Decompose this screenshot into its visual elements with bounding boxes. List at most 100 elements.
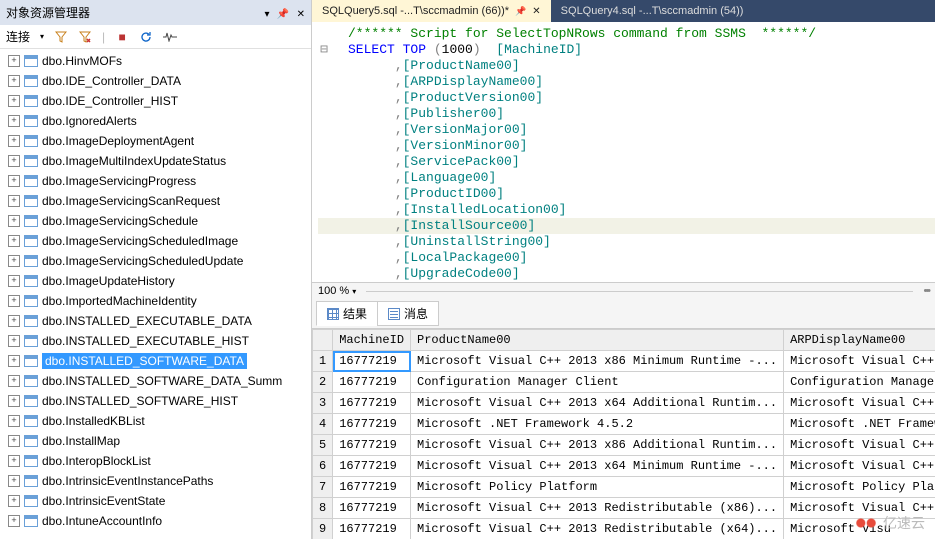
tree-item[interactable]: +dbo.INSTALLED_SOFTWARE_DATA: [0, 351, 311, 371]
table-row[interactable]: 516777219Microsoft Visual C++ 2013 x86 A…: [313, 435, 935, 456]
table-row[interactable]: 716777219Microsoft Policy PlatformMicros…: [313, 477, 935, 498]
table-row[interactable]: 316777219 Microsoft Visual C++ 2013 x64 A…: [313, 393, 935, 414]
row-number[interactable]: 2: [313, 372, 333, 393]
connect-dropdown-icon[interactable]: ▾: [40, 32, 44, 41]
expand-icon[interactable]: +: [8, 195, 20, 207]
tree-item[interactable]: +dbo.IntuneAccountInfo: [0, 511, 311, 531]
expand-icon[interactable]: +: [8, 315, 20, 327]
tree-item[interactable]: +dbo.INSTALLED_EXECUTABLE_DATA: [0, 311, 311, 331]
expand-icon[interactable]: +: [8, 155, 20, 167]
expand-icon[interactable]: +: [8, 335, 20, 347]
row-number[interactable]: 3: [313, 393, 333, 414]
pin-icon[interactable]: 📌: [515, 6, 526, 17]
code-line[interactable]: ,[InstalledLocation00]: [318, 202, 935, 218]
row-number[interactable]: 5: [313, 435, 333, 456]
expand-icon[interactable]: +: [8, 475, 20, 487]
code-line[interactable]: ,[ProductName00]: [318, 58, 935, 74]
expand-icon[interactable]: +: [8, 255, 20, 267]
table-row[interactable]: 816777219Microsoft Visual C++ 2013 Redis…: [313, 498, 935, 519]
grid-cell[interactable]: 16777219: [333, 414, 411, 435]
row-number[interactable]: 9: [313, 519, 333, 539]
table-row[interactable]: 916777219Microsoft Visual C++ 2013 Redis…: [313, 519, 935, 539]
grid-cell[interactable]: 16777219: [333, 393, 411, 414]
code-line[interactable]: ,[InstallSource00]: [318, 218, 935, 234]
expand-icon[interactable]: +: [8, 55, 20, 67]
expand-icon[interactable]: +: [8, 415, 20, 427]
tree-item[interactable]: +dbo.IntrinsicEventState: [0, 491, 311, 511]
close-icon[interactable]: ✕: [532, 6, 540, 17]
tree-item[interactable]: +dbo.InstalledKBList: [0, 411, 311, 431]
code-line[interactable]: ,[Language00]: [318, 170, 935, 186]
tree-item[interactable]: +dbo.ImportedMachineIdentity: [0, 291, 311, 311]
grid-cell[interactable]: Microsoft Policy Platform: [411, 477, 784, 498]
code-line[interactable]: ,[VersionMajor00]: [318, 122, 935, 138]
grid-cell[interactable]: Microsoft Visual C++ 2013 x86 Additional…: [411, 435, 784, 456]
grid-cell[interactable]: Configuration Manager Client: [411, 372, 784, 393]
grid-cell[interactable]: Microsoft Visual C++ 2013 x64 Ad: [784, 393, 935, 414]
tree-item[interactable]: +dbo.ImageServicingSchedule: [0, 211, 311, 231]
expand-icon[interactable]: +: [8, 455, 20, 467]
tree-item[interactable]: +dbo.InstallMap: [0, 431, 311, 451]
tree-item[interactable]: +dbo.INSTALLED_SOFTWARE_DATA_Summ: [0, 371, 311, 391]
close-icon[interactable]: ✕: [297, 9, 305, 20]
row-number[interactable]: 8: [313, 498, 333, 519]
tree-item[interactable]: +dbo.ImageServicingProgress: [0, 171, 311, 191]
row-number[interactable]: 1: [313, 351, 333, 372]
sql-editor[interactable]: /****** Script for SelectTopNRows comman…: [312, 22, 935, 282]
grid-cell[interactable]: Configuration Manager Client: [784, 372, 935, 393]
tree-item[interactable]: +dbo.IgnoredAlerts: [0, 111, 311, 131]
code-line[interactable]: ,[ProductID00]: [318, 186, 935, 202]
tree-item[interactable]: +dbo.INSTALLED_SOFTWARE_HIST: [0, 391, 311, 411]
tree-item[interactable]: +dbo.ImageMultiIndexUpdateStatus: [0, 151, 311, 171]
grid-cell[interactable]: Microsoft Visual C++ 2013 Redistributabl…: [411, 519, 784, 539]
stop-icon[interactable]: ■: [115, 30, 129, 44]
results-grid-wrap[interactable]: MachineIDProductName00ARPDisplayName0011…: [312, 329, 935, 539]
results-grid[interactable]: MachineIDProductName00ARPDisplayName0011…: [312, 329, 935, 539]
tab-results[interactable]: 结果: [316, 301, 378, 326]
column-header[interactable]: MachineID: [333, 330, 411, 351]
grid-cell[interactable]: Microsoft Visual C++ 2013 x64 Mi: [784, 456, 935, 477]
grid-cell[interactable]: Microsoft Visu: [784, 519, 935, 539]
editor-tab[interactable]: SQLQuery5.sql -...T\sccmadmin (66))*📌✕: [312, 0, 551, 22]
splitter-grip-icon[interactable]: •••: [923, 285, 929, 297]
grid-cell[interactable]: 16777219: [333, 435, 411, 456]
grid-cell[interactable]: Microsoft Visual C++ 2013 x86 Mi: [784, 351, 935, 372]
code-line[interactable]: /****** Script for SelectTopNRows comman…: [318, 26, 935, 42]
row-number[interactable]: 4: [313, 414, 333, 435]
dropdown-icon[interactable]: ▾: [264, 9, 269, 20]
code-line[interactable]: ,[ARPDisplayName00]: [318, 74, 935, 90]
zoom-level[interactable]: 100 %: [318, 285, 356, 297]
tree-item[interactable]: +dbo.ImageDeploymentAgent: [0, 131, 311, 151]
table-row[interactable]: 416777219Microsoft .NET Framework 4.5.2M…: [313, 414, 935, 435]
expand-icon[interactable]: +: [8, 495, 20, 507]
expand-icon[interactable]: +: [8, 355, 20, 367]
code-line[interactable]: ,[UpgradeCode00]: [318, 266, 935, 282]
code-line[interactable]: ,[ServicePack00]: [318, 154, 935, 170]
tree-item[interactable]: +dbo.ImageServicingScheduledImage: [0, 231, 311, 251]
expand-icon[interactable]: +: [8, 515, 20, 527]
tab-messages[interactable]: 消息: [377, 301, 439, 326]
filter-icon[interactable]: [54, 30, 68, 44]
grid-cell[interactable]: Microsoft Visual C++ 2013 x86 Ad: [784, 435, 935, 456]
tree-item[interactable]: +dbo.HinvMOFs: [0, 51, 311, 71]
grid-cell[interactable]: Microsoft .NET Framework 4.5.2: [784, 414, 935, 435]
fold-icon[interactable]: ⊟: [312, 42, 336, 57]
code-line[interactable]: ,[LocalPackage00]: [318, 250, 935, 266]
object-explorer-tree[interactable]: +dbo.HinvMOFs+dbo.IDE_Controller_DATA+db…: [0, 49, 311, 539]
grid-cell[interactable]: Microsoft Visual C++ 2013 Redistributabl…: [411, 498, 784, 519]
expand-icon[interactable]: +: [8, 395, 20, 407]
grid-cell[interactable]: Microsoft Policy Platform: [784, 477, 935, 498]
grid-cell[interactable]: 16777219: [333, 372, 411, 393]
connect-label[interactable]: 连接: [6, 28, 30, 45]
grid-cell[interactable]: 16777219: [333, 519, 411, 539]
row-number[interactable]: 7: [313, 477, 333, 498]
tree-item[interactable]: +dbo.InteropBlockList: [0, 451, 311, 471]
code-line[interactable]: SELECT TOP (1000) [MachineID]: [318, 42, 935, 58]
table-row[interactable]: 116777219Microsoft Visual C++ 2013 x86 M…: [313, 351, 935, 372]
expand-icon[interactable]: +: [8, 235, 20, 247]
column-header[interactable]: ARPDisplayName00: [784, 330, 935, 351]
expand-icon[interactable]: +: [8, 175, 20, 187]
expand-icon[interactable]: +: [8, 435, 20, 447]
expand-icon[interactable]: +: [8, 115, 20, 127]
tree-item[interactable]: +dbo.ImageUpdateHistory: [0, 271, 311, 291]
